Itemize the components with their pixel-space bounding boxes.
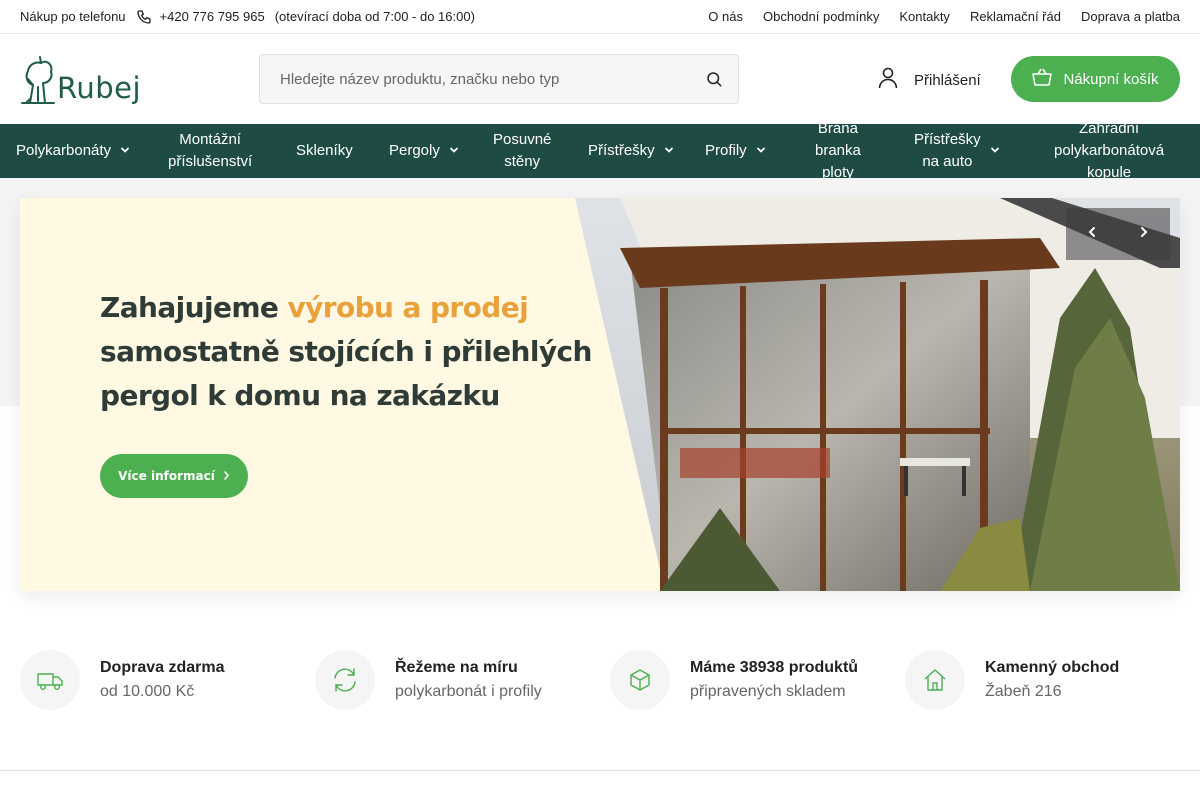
chevron-down-icon	[747, 140, 766, 162]
feature-title: Kamenný obchod	[985, 659, 1120, 676]
nav-label: Polykarbonáty	[16, 142, 112, 159]
link-terms[interactable]: Obchodní podmínky	[763, 9, 879, 24]
chevron-down-icon	[440, 140, 459, 162]
feature-products-in-stock: Máme 38938 produktů připravených skladem	[610, 650, 858, 710]
link-contacts[interactable]: Kontakty	[899, 9, 950, 24]
hero-title: Zahajujeme výrobu a prodej samostatně st…	[100, 286, 592, 418]
nav-label: Skleníky	[296, 142, 353, 159]
chevron-right-icon	[1139, 225, 1149, 243]
features-row: Doprava zdarma od 10.000 Kč Řežeme na mí…	[0, 650, 1200, 712]
feature-store: Kamenný obchod Žabeň 216	[905, 650, 1119, 710]
box-icon	[610, 650, 670, 710]
nav-item-carports[interactable]: Přístřešky na auto	[914, 124, 1000, 178]
phone-number[interactable]: +420 776 795 965	[160, 9, 265, 24]
logo[interactable]: Rubej	[20, 54, 141, 105]
login-label: Přihlášení	[914, 71, 981, 89]
link-shipping[interactable]: Doprava a platba	[1081, 9, 1180, 24]
phone-icon	[136, 9, 152, 25]
nav-label: Posuvné stěny	[493, 131, 552, 170]
hero-banner[interactable]: Zahajujeme výrobu a prodej samostatně st…	[20, 198, 1180, 591]
header: Rubej Přihlášení Nákupní košík	[0, 34, 1200, 124]
cart-label: Nákupní košík	[1063, 70, 1159, 88]
more-info-label: Více informací	[118, 469, 215, 483]
nav-item-polycarbonates[interactable]: Polykarbonáty	[16, 124, 130, 178]
hero-title-part1: Zahajujeme	[100, 291, 288, 324]
hero-title-highlight: výrobu a prodej	[287, 291, 529, 324]
nav-item-pergolas[interactable]: Pergoly	[389, 124, 459, 178]
nav-item-sliding-walls[interactable]: Posuvné stěny	[493, 124, 551, 178]
chevron-left-icon	[1087, 225, 1097, 243]
nav-item-profiles[interactable]: Profily	[705, 124, 766, 178]
nav-label: Zahradní polykarbonátová kopule	[1054, 120, 1165, 181]
chevron-down-icon	[655, 140, 674, 162]
home-icon	[905, 650, 965, 710]
main-navigation: Polykarbonáty Montážní příslušenství Skl…	[0, 120, 1200, 181]
more-info-button[interactable]: Více informací	[100, 454, 248, 498]
nav-label: Přístřešky	[588, 142, 655, 159]
phone-contact: Nákup po telefonu +420 776 795 965 (otev…	[20, 9, 475, 25]
nav-item-mounting-accessories[interactable]: Montážní příslušenství	[168, 124, 252, 178]
user-icon	[878, 67, 898, 93]
nav-item-shelters[interactable]: Přístřešky	[588, 124, 674, 178]
feature-subtitle: Žabeň 216	[985, 683, 1062, 700]
truck-icon	[20, 650, 80, 710]
opening-hours: (otevírací doba od 7:00 - do 16:00)	[274, 9, 475, 24]
top-links: O nás Obchodní podmínky Kontakty Reklama…	[708, 9, 1180, 24]
nav-label: Pergoly	[389, 142, 440, 159]
chevron-down-icon	[111, 140, 130, 162]
feature-title: Doprava zdarma	[100, 659, 225, 676]
hero-title-line2: samostatně stojících i přilehlých	[100, 335, 592, 368]
slider-next-button[interactable]	[1118, 208, 1170, 260]
basket-icon	[1032, 68, 1053, 90]
nav-label: Brána branka ploty	[815, 120, 861, 181]
link-about[interactable]: O nás	[708, 9, 743, 24]
nav-item-garden-domes[interactable]: Zahradní polykarbonátová kopule	[1054, 120, 1164, 181]
feature-subtitle: od 10.000 Kč	[100, 683, 195, 700]
feature-free-shipping: Doprava zdarma od 10.000 Kč	[20, 650, 225, 710]
logo-text: Rubej	[57, 71, 142, 105]
slider-prev-button[interactable]	[1066, 208, 1118, 260]
nav-label: Montážní příslušenství	[168, 131, 253, 170]
nav-item-greenhouses[interactable]: Skleníky	[296, 124, 353, 178]
phone-link[interactable]: +420 776 795 965	[136, 9, 265, 25]
top-bar: Nákup po telefonu +420 776 795 965 (otev…	[0, 0, 1200, 34]
link-complaints[interactable]: Reklamační řád	[970, 9, 1061, 24]
nav-label: Přístřešky na auto	[914, 131, 981, 170]
search-input[interactable]	[260, 55, 690, 103]
hero-title-line3: pergol k domu na zakázku	[100, 379, 500, 412]
feature-subtitle: polykarbonát i profily	[395, 683, 542, 700]
chevron-down-icon	[981, 140, 1000, 162]
search-icon[interactable]	[690, 55, 738, 103]
search-box	[259, 54, 739, 104]
phone-order-label: Nákup po telefonu	[20, 9, 126, 24]
cart-button[interactable]: Nákupní košík	[1011, 56, 1180, 102]
divider	[0, 770, 1200, 771]
login-button[interactable]: Přihlášení	[878, 67, 981, 93]
nav-item-gates-fences[interactable]: Brána branka ploty	[815, 120, 861, 181]
feature-title: Řežeme na míru	[395, 659, 518, 676]
feature-title: Máme 38938 produktů	[690, 659, 859, 676]
nav-label: Profily	[705, 142, 747, 159]
chevron-right-icon	[223, 469, 230, 483]
feature-cut-to-size: Řežeme na míru polykarbonát i profily	[315, 650, 542, 710]
tree-stump-icon	[20, 55, 56, 105]
refresh-icon	[315, 650, 375, 710]
feature-subtitle: připravených skladem	[690, 683, 846, 700]
